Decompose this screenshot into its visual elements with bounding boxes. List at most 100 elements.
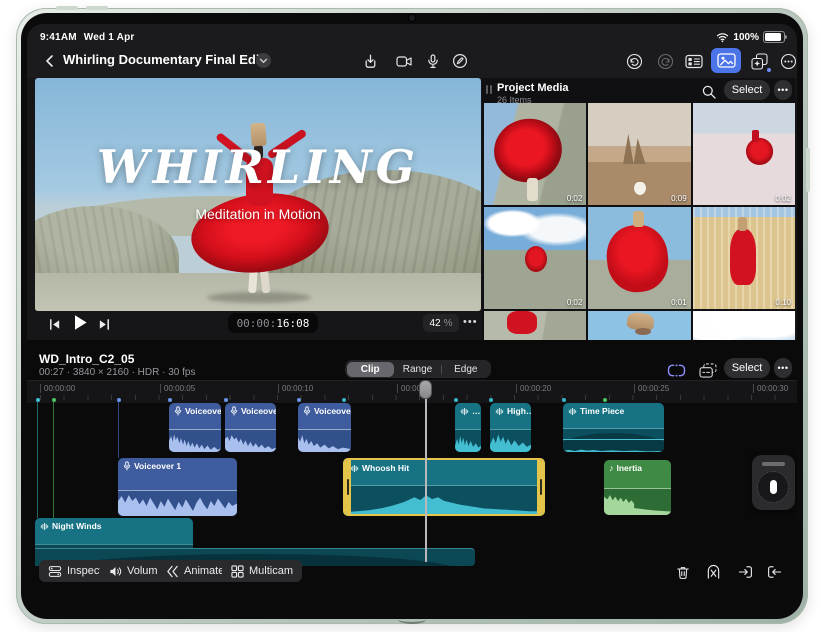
zoom-value: 42	[429, 317, 441, 329]
timeline-select-button[interactable]: Select	[724, 358, 770, 378]
export-button[interactable]	[357, 49, 383, 73]
jog-dial[interactable]	[757, 471, 789, 503]
media-thumbnail[interactable]: 0:10	[692, 207, 795, 309]
media-thumbnail[interactable]: 0:02	[692, 103, 795, 205]
clock: 9:41AM	[40, 32, 77, 43]
multicam-button[interactable]: Multicam	[222, 560, 303, 582]
connect-clips-button[interactable]	[695, 358, 721, 382]
chevron-left-icon	[45, 55, 53, 67]
media-select-button[interactable]: Select	[724, 80, 770, 100]
media-thumbnail[interactable]	[484, 311, 587, 340]
timeline-clip-voiceover2a[interactable]: Voiceover 2	[169, 403, 221, 452]
trim-handle-right[interactable]	[537, 460, 543, 514]
media-library-button[interactable]	[711, 48, 741, 73]
segment-range[interactable]: Range	[394, 362, 441, 377]
segment-clip[interactable]: Clip	[346, 361, 394, 377]
timeline-clip-voiceover1[interactable]: Voiceover 1	[118, 458, 237, 516]
blade-scissors-icon	[707, 564, 719, 579]
export-icon	[365, 54, 375, 68]
timeline-more-button[interactable]: •••	[774, 358, 792, 378]
media-search-button[interactable]	[698, 80, 720, 104]
redo-button[interactable]	[652, 49, 678, 73]
media-more-button[interactable]: •••	[774, 80, 792, 100]
trim-handle-left[interactable]	[345, 460, 351, 514]
clip-label: Inertia	[616, 463, 643, 473]
video-title-overlay: WHIRLING	[96, 140, 420, 194]
clip-label: …	[472, 406, 481, 416]
clip-marker-dot	[454, 398, 458, 402]
magnetic-timeline-button[interactable]	[663, 358, 689, 382]
blade-button[interactable]	[702, 562, 724, 582]
playhead-handle[interactable]	[419, 380, 432, 399]
timeline-clip-inertia[interactable]: ♪ Inertia	[604, 460, 671, 515]
connect-clips-icon	[699, 362, 717, 378]
timeline-clip-voiceover2b[interactable]: Voiceover 2	[225, 403, 276, 452]
redo-icon	[657, 53, 673, 69]
media-thumbnail[interactable]: 0:02	[484, 103, 587, 205]
live-drawing-button[interactable]	[447, 49, 473, 73]
media-thumbnail[interactable]: 0:09	[588, 103, 691, 205]
play-button[interactable]	[67, 310, 93, 334]
speaker-icon	[110, 566, 122, 576]
project-title: Whirling Documentary Final Edit	[63, 52, 264, 67]
ruler-label: 00:00:20	[516, 384, 551, 393]
viewer-zoom-control[interactable]: 42%	[423, 314, 459, 332]
audio-waveform-icon	[350, 464, 359, 472]
clip-marker-dot	[603, 398, 607, 402]
clip-label: Voiceover 2	[241, 406, 276, 416]
clip-duration: 0:02	[775, 194, 791, 203]
ruler-label: 00:00:30	[753, 384, 788, 393]
microphone-icon	[174, 406, 182, 416]
battery-icon	[763, 31, 787, 43]
clip-marker-dot	[297, 398, 301, 402]
skip-back-button[interactable]	[41, 312, 67, 336]
clip-marker-dot	[168, 398, 172, 402]
clip-marker-dot	[342, 398, 346, 402]
browser-button[interactable]	[681, 49, 707, 73]
clip-duration: 0:02	[566, 194, 583, 203]
insert-clip-icon	[738, 566, 752, 578]
video-subtitle-overlay: Meditation in Motion	[195, 206, 321, 222]
clip-marker-dot	[562, 398, 566, 402]
timeline-clip-timepiece[interactable]: Time Piece	[563, 403, 664, 452]
media-thumbnail[interactable]	[692, 311, 795, 340]
title-menu-button[interactable]	[256, 53, 271, 68]
back-button[interactable]	[36, 49, 62, 73]
audio-waveform-icon	[568, 407, 577, 415]
jog-drag-bar[interactable]	[762, 462, 785, 466]
capture-button[interactable]	[391, 49, 417, 73]
media-thumbnail[interactable]: 0:02	[484, 207, 587, 309]
timeline-clip-whooshhit[interactable]: Whoosh Hit	[343, 458, 545, 516]
wifi-icon	[717, 33, 729, 43]
ruler-label: 00:00:00	[40, 384, 75, 393]
viewer-more-button[interactable]: •••	[463, 316, 478, 328]
clip-marker-dot	[224, 398, 228, 402]
timeline-clip-high[interactable]: High…	[490, 403, 531, 452]
insert-button[interactable]	[734, 562, 756, 582]
overwrite-button[interactable]	[763, 562, 785, 582]
connection-line	[37, 402, 38, 518]
voiceover-button[interactable]	[420, 49, 446, 73]
timeline-clip-truncated[interactable]: …	[455, 403, 481, 452]
battery-percent: 100%	[733, 31, 759, 43]
undo-button[interactable]	[621, 49, 647, 73]
timecode-hours: 00:00:	[236, 316, 277, 330]
skip-forward-button[interactable]	[91, 312, 117, 336]
ruler-label: 00:00:25	[634, 384, 669, 393]
more-button[interactable]	[775, 49, 797, 73]
audio-waveform-icon	[495, 407, 504, 415]
timeline-ruler[interactable]: 00:00:00 00:00:05 00:00:10 00:00:15 00:0…	[27, 380, 797, 403]
connection-line	[53, 402, 54, 518]
video-viewer[interactable]: WHIRLING Meditation in Motion	[35, 78, 481, 311]
media-thumbnail[interactable]	[588, 311, 691, 340]
multicam-label: Multicam	[249, 565, 294, 577]
top-button	[56, 6, 78, 10]
segment-edge[interactable]: Edge	[442, 362, 489, 377]
status-bar-right: 100%	[716, 31, 787, 43]
delete-button[interactable]	[672, 562, 694, 582]
jog-wheel[interactable]	[752, 455, 795, 510]
media-thumbnail[interactable]: 0:01	[588, 207, 691, 309]
timeline-clip-voiceover3[interactable]: Voiceover 3	[298, 403, 351, 452]
timecode-display[interactable]: 00:00: 16:08	[228, 313, 318, 333]
effects-button[interactable]	[746, 49, 772, 73]
